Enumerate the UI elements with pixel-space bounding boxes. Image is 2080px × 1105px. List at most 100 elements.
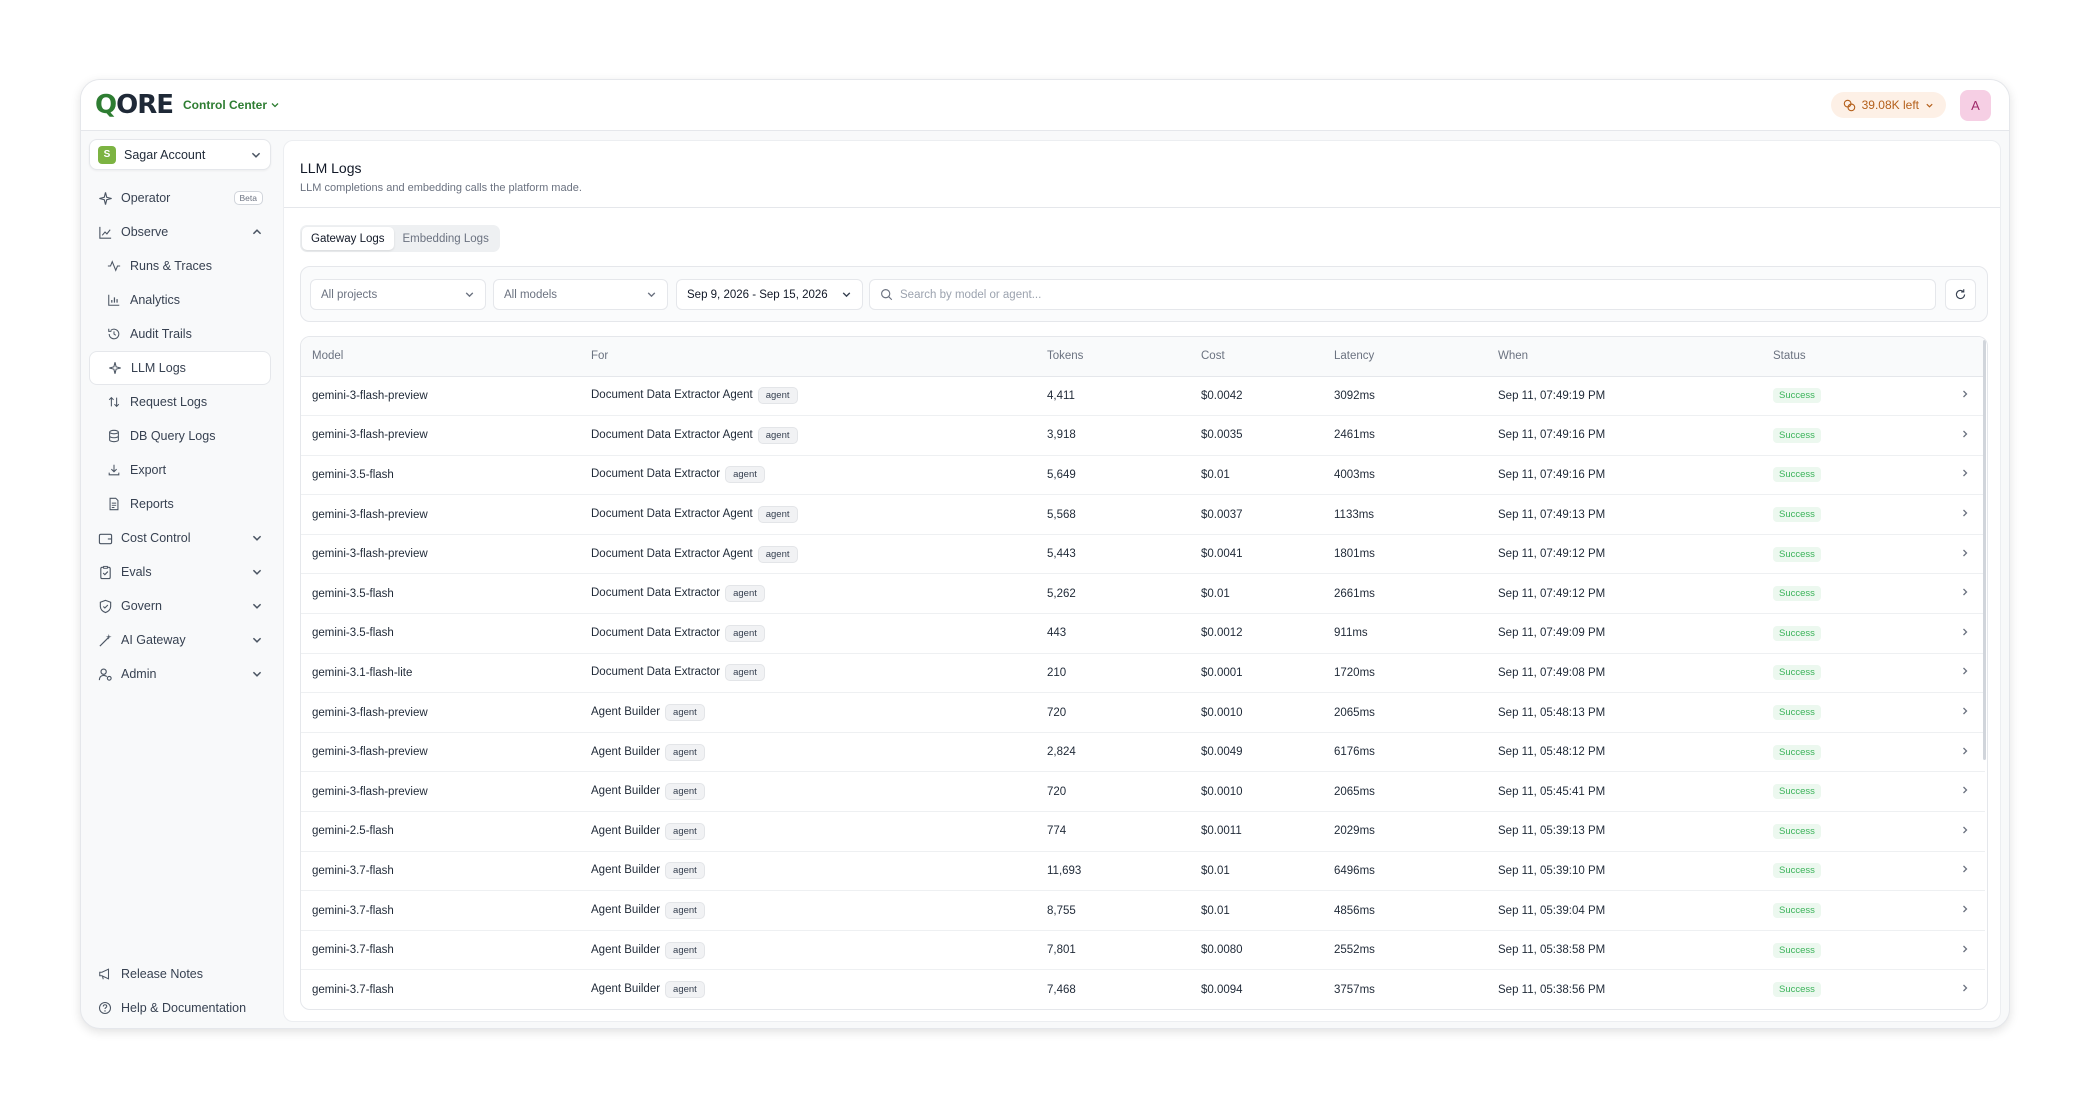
for-cell: Document Data Extractor agent <box>580 653 1036 693</box>
row-open-button[interactable] <box>1945 772 1985 812</box>
column-header: Latency <box>1323 337 1487 377</box>
sidebar-item-cost-control[interactable]: Cost Control <box>89 521 271 555</box>
table-row[interactable]: gemini-3-flash-preview Document Data Ext… <box>301 376 1985 416</box>
credits-badge[interactable]: 39.08K left <box>1830 92 1946 118</box>
chevron-down-icon <box>252 671 262 677</box>
sidebar-item-help[interactable]: Help & Documentation <box>89 991 271 1025</box>
row-open-button[interactable] <box>1945 495 1985 535</box>
row-open-button[interactable] <box>1945 653 1985 693</box>
table-row[interactable]: gemini-3.7-flash Agent Builder agent 7,80… <box>301 930 1985 970</box>
for-name: Agent Builder <box>591 864 661 877</box>
sidebar-item-llm-logs[interactable]: LLM Logs <box>89 351 271 385</box>
row-open-button[interactable] <box>1945 891 1985 931</box>
sidebar-item-release-notes[interactable]: Release Notes <box>89 957 271 991</box>
tab-embedding-logs[interactable]: Embedding Logs <box>394 227 498 250</box>
table-row[interactable]: gemini-3-flash-preview Document Data Ext… <box>301 495 1985 535</box>
row-open-button[interactable] <box>1945 614 1985 654</box>
row-open-button[interactable] <box>1945 376 1985 416</box>
sidebar-item-reports[interactable]: Reports <box>89 487 271 521</box>
sidebar-item-request-logs[interactable]: Request Logs <box>89 385 271 419</box>
row-open-button[interactable] <box>1945 732 1985 772</box>
sidebar-item-db-query-logs[interactable]: DB Query Logs <box>89 419 271 453</box>
table-row[interactable]: gemini-3-flash-preview Agent Builder agen… <box>301 772 1985 812</box>
when-cell: Sep 11, 07:49:16 PM <box>1498 429 1606 442</box>
table-row[interactable]: gemini-3.7-flash Agent Builder agent 8,75… <box>301 891 1985 931</box>
sidebar-item-export[interactable]: Export <box>89 453 271 487</box>
for-name: Agent Builder <box>591 904 661 917</box>
latency-cell: 911ms <box>1334 627 1368 640</box>
project-select[interactable]: All projects <box>310 279 486 310</box>
table-row[interactable]: gemini-3.5-flash Document Data Extractor… <box>301 455 1985 495</box>
search-input[interactable] <box>900 288 1925 301</box>
table-row[interactable]: gemini-3.7-flash Agent Builder agent 7,46… <box>301 970 1985 1009</box>
chevron-right-icon <box>1963 549 1968 557</box>
sidebar-item-govern[interactable]: Govern <box>89 589 271 623</box>
table-row[interactable]: gemini-3-flash-preview Document Data Ext… <box>301 534 1985 574</box>
qore-logo[interactable]: Q ORE <box>95 90 174 120</box>
table-row[interactable]: gemini-3.7-flash Agent Builder agent 11,6… <box>301 851 1985 891</box>
table-row[interactable]: gemini-3-flash-preview Agent Builder agen… <box>301 732 1985 772</box>
control-center-dropdown[interactable]: Control Center <box>183 98 280 112</box>
chevron-right-icon <box>1963 588 1968 596</box>
sidebar-item-audit-trails[interactable]: Audit Trails <box>89 317 271 351</box>
arrows-updown-icon <box>106 394 122 410</box>
for-cell: Agent Builder agent <box>580 732 1036 772</box>
latency-cell: 2065ms <box>1334 785 1375 798</box>
date-range-select[interactable]: Sep 9, 2026 - Sep 15, 2026 <box>676 279 863 310</box>
account-switcher[interactable]: S Sagar Account <box>89 139 271 170</box>
row-open-button[interactable] <box>1945 455 1985 495</box>
table-row[interactable]: gemini-3.5-flash Document Data Extractor… <box>301 614 1985 654</box>
status-badge: Success <box>1773 427 1821 443</box>
table-row[interactable]: gemini-3.5-flash Document Data Extractor… <box>301 574 1985 614</box>
sidebar-item-admin[interactable]: Admin <box>89 657 271 691</box>
when-cell: Sep 11, 07:49:09 PM <box>1498 627 1606 640</box>
table-row[interactable]: gemini-3-flash-preview Document Data Ext… <box>301 416 1985 456</box>
chart-icon <box>97 224 113 240</box>
when-cell: Sep 11, 05:39:13 PM <box>1498 825 1606 838</box>
for-cell: Agent Builder agent <box>580 693 1036 733</box>
top-bar: Q ORE Control Center 39.08K left A <box>81 80 2009 131</box>
sidebar-item-observe[interactable]: Observe <box>89 215 271 249</box>
row-open-button[interactable] <box>1945 851 1985 891</box>
row-open-button[interactable] <box>1945 534 1985 574</box>
when-cell: Sep 11, 05:48:12 PM <box>1498 746 1606 759</box>
tab-gateway-logs[interactable]: Gateway Logs <box>302 227 394 250</box>
for-cell: Agent Builder agent <box>580 772 1036 812</box>
sidebar-item-ai-gateway[interactable]: AI Gateway <box>89 623 271 657</box>
model-cell: gemini-3.5-flash <box>312 627 394 640</box>
status-badge: Success <box>1773 388 1821 404</box>
sidebar-item-evals[interactable]: Evals <box>89 555 271 589</box>
table-scrollbar[interactable] <box>1983 340 1986 760</box>
row-open-button[interactable] <box>1945 574 1985 614</box>
row-open-button[interactable] <box>1945 416 1985 456</box>
table-row[interactable]: gemini-2.5-flash Agent Builder agent 774 … <box>301 812 1985 852</box>
sidebar-item-operator[interactable]: Operator Beta <box>89 181 271 215</box>
chevron-down-icon <box>1926 103 1933 108</box>
user-avatar[interactable]: A <box>1960 89 1991 121</box>
table-row[interactable]: gemini-3-flash-preview Agent Builder agen… <box>301 693 1985 733</box>
table-row[interactable]: gemini-3.1-flash-lite Document Data Extr… <box>301 653 1985 693</box>
agent-tag: agent <box>665 941 705 959</box>
coins-icon <box>1843 99 1855 111</box>
for-name: Agent Builder <box>591 745 661 758</box>
chevron-right-icon <box>1963 984 1968 992</box>
wallet-icon <box>97 530 113 546</box>
when-cell: Sep 11, 05:45:41 PM <box>1498 785 1606 798</box>
row-open-button[interactable] <box>1945 812 1985 852</box>
for-cell: Document Data Extractor agent <box>580 614 1036 654</box>
sidebar-item-analytics[interactable]: Analytics <box>89 283 271 317</box>
model-select[interactable]: All models <box>493 279 668 310</box>
row-open-button[interactable] <box>1945 970 1985 1009</box>
refresh-button[interactable] <box>1945 279 1976 310</box>
tokens-cell: 5,262 <box>1047 587 1076 600</box>
chevron-down-icon <box>252 637 262 643</box>
status-cell: Success <box>1762 653 1945 693</box>
logs-table-container: Model For Tokens Cost Latency When Statu… <box>300 336 1988 1010</box>
row-open-button[interactable] <box>1945 693 1985 733</box>
row-open-button[interactable] <box>1945 930 1985 970</box>
chevron-right-icon <box>1963 747 1968 755</box>
status-badge: Success <box>1773 507 1821 523</box>
sidebar-item-runs-traces[interactable]: Runs & Traces <box>89 249 271 283</box>
search-field[interactable] <box>869 279 1936 310</box>
agent-tag: agent <box>725 624 765 642</box>
